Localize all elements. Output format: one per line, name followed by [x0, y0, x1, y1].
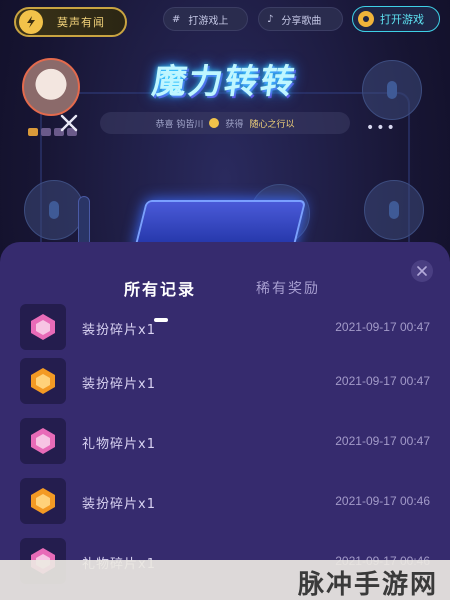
list-item[interactable]: 装扮碎片x1 2021-09-17 00:47: [0, 358, 450, 406]
seat-microphone-icon[interactable]: [362, 60, 422, 120]
close-icon: [417, 266, 427, 276]
tab-rare-rewards[interactable]: 稀有奖励: [256, 278, 320, 298]
marquee-prize: 随心之行以: [249, 119, 295, 130]
records-sheet: 所有记录 稀有奖励 装扮碎片x1 2021-09-17 00:47 装扮碎片x1…: [0, 242, 450, 600]
more-options-icon[interactable]: •••: [366, 120, 397, 136]
badge-icon: [41, 128, 51, 136]
room-name-button[interactable]: 莫声有闻: [14, 7, 127, 37]
pink-gem-icon: [20, 304, 66, 350]
record-name: 装扮碎片x1: [82, 323, 156, 338]
record-time: 2021-09-17 00:47: [335, 374, 430, 388]
record-name: 礼物碎片x1: [82, 437, 156, 452]
room-name-label: 莫声有闻: [57, 16, 105, 29]
tab-all-records[interactable]: 所有记录: [124, 276, 196, 300]
seat-microphone-icon[interactable]: [24, 180, 84, 240]
orange-gem-icon: [20, 358, 66, 404]
share-song-label: 分享歌曲: [281, 15, 322, 27]
record-time: 2021-09-17 00:46: [335, 494, 430, 508]
record-time: 2021-09-17 00:47: [335, 434, 430, 448]
level-badge-icon: [28, 128, 38, 136]
lightning-icon: [19, 10, 43, 34]
site-watermark: 脉冲手游网: [0, 560, 450, 600]
record-name: 装扮碎片x1: [82, 497, 156, 512]
seat-microphone-icon[interactable]: [364, 180, 424, 240]
hash-icon: #: [172, 13, 181, 25]
winner-marquee: 恭喜 钩皆川 获得 随心之行以: [100, 112, 350, 134]
orange-gem-icon: [20, 478, 66, 524]
open-game-label: 打开游戏: [380, 13, 424, 26]
music-note-icon: ♪: [267, 13, 274, 25]
list-item[interactable]: 装扮碎片x1 2021-09-17 00:47: [0, 304, 450, 352]
close-icon[interactable]: [58, 112, 80, 134]
top-bar: 莫声有闻 # 打游戏上 ♪ 分享歌曲 打开游戏: [0, 0, 450, 40]
coin-icon: [209, 118, 220, 128]
record-time: 2021-09-17 00:47: [335, 320, 430, 334]
game-title-logo: 魔力转转: [149, 61, 300, 102]
gear-icon: [358, 11, 374, 27]
list-item[interactable]: 礼物碎片x1 2021-09-17 00:47: [0, 418, 450, 466]
share-song-chip[interactable]: ♪ 分享歌曲: [258, 7, 343, 31]
watermark-text: 脉冲手游网: [297, 570, 438, 600]
marquee-winner: 恭喜 钩皆川: [155, 119, 204, 130]
list-item[interactable]: 装扮碎片x1 2021-09-17 00:46: [0, 478, 450, 526]
open-game-button[interactable]: 打开游戏: [352, 6, 440, 32]
play-together-chip[interactable]: # 打游戏上: [163, 7, 248, 31]
play-together-label: 打游戏上: [188, 15, 229, 27]
pink-gem-icon: [20, 418, 66, 464]
marquee-action: 获得: [225, 119, 244, 130]
record-name: 装扮碎片x1: [82, 377, 156, 392]
host-avatar[interactable]: [22, 58, 80, 116]
